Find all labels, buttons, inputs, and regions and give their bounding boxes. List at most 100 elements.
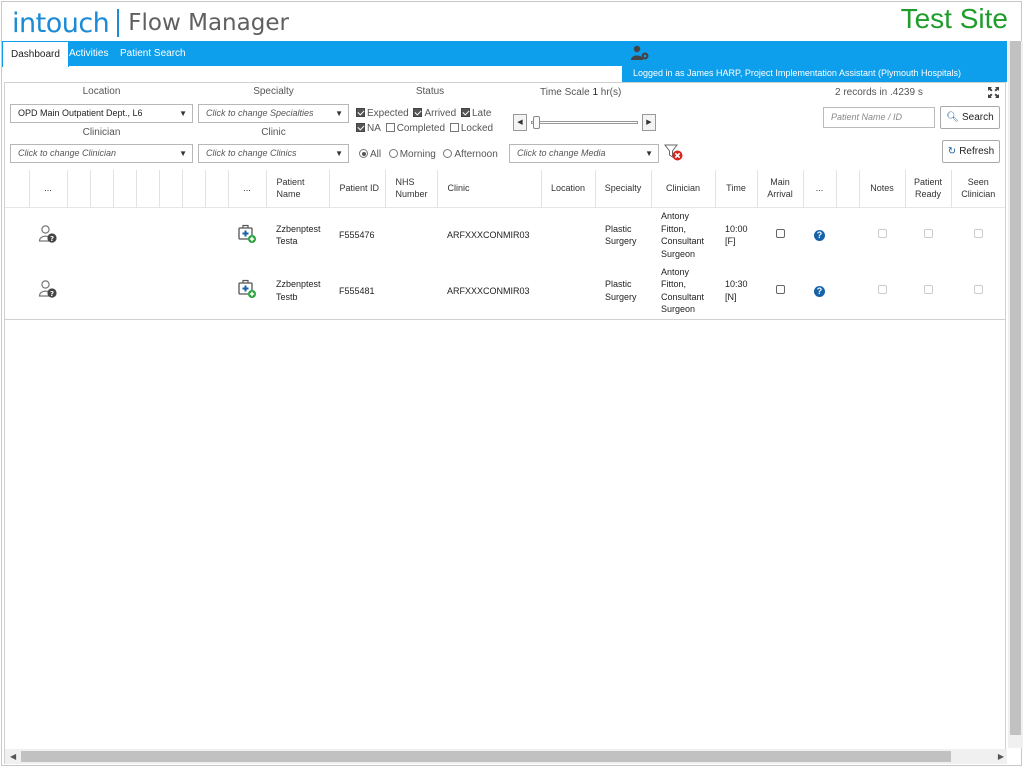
header-blank [89,170,113,207]
specialty-placeholder: Click to change Specialties [206,108,314,118]
checkbox-na[interactable] [356,123,365,132]
tab-dashboard[interactable]: Dashboard [2,41,69,67]
header-location[interactable]: Location [540,170,595,207]
header-blank [835,170,859,207]
specialty-dropdown[interactable]: Click to change Specialties ▼ [198,104,349,123]
cell-patient-name[interactable]: Zzbenptest Testa [266,207,329,263]
chevron-down-icon: ▼ [179,109,187,118]
header-notes[interactable]: Notes [858,170,905,207]
status-arrived[interactable]: Arrived [413,108,456,119]
horizontal-scroll-thumb[interactable] [21,751,951,762]
slider-track[interactable] [531,121,638,124]
header-time[interactable]: Time [714,170,757,207]
status-locked[interactable]: Locked [449,123,493,134]
search-icon: 🔍︎ [946,112,959,123]
search-button[interactable]: 🔍︎ Search [940,106,1000,129]
header-nhs-number[interactable]: NHS Number [384,170,437,207]
clear-filter-icon[interactable] [664,143,684,162]
checkbox-arrived[interactable] [413,108,423,117]
horizontal-scrollbar[interactable]: ◀ ▶ [5,749,1007,764]
medical-add-icon[interactable] [237,224,257,244]
vertical-scroll-thumb[interactable] [1010,41,1021,735]
seen-clinician-checkbox [973,229,983,238]
period-afternoon[interactable]: Afternoon [443,149,498,160]
period-morning[interactable]: Morning [388,149,436,160]
header-blank [158,170,182,207]
time-scale: Time Scale 1 hr(s) [540,87,621,98]
checkbox-completed[interactable] [385,123,395,132]
status-late[interactable]: Late [460,108,491,119]
cell-clinician: Antony Fitton, Consultant Surgeon [661,211,705,259]
header-specialty[interactable]: Specialty [594,170,651,207]
refresh-button[interactable]: ↻ Refresh [942,140,1000,163]
slider-left-arrow[interactable]: ◀ [513,114,527,131]
table-row[interactable]: ? Zzbenptest Testa F555476 ARFXXXCONMIR0… [5,207,1005,263]
table-row[interactable]: ? Zzbenptest Testb F555481 ARFXXXCONMIR0… [5,263,1005,320]
header-seen-clinician[interactable]: Seen Clinician [950,170,1005,207]
checkbox-locked[interactable] [449,123,459,132]
media-dropdown[interactable]: Click to change Media ▼ [509,144,659,163]
checkbox-expected[interactable] [356,108,365,117]
tab-patient-search[interactable]: Patient Search [112,41,194,66]
table-header-row: ... ... Patient Name Patient ID NHS Numb… [5,170,1005,207]
header-blank [112,170,136,207]
header-patient-ready[interactable]: Patient Ready [904,170,951,207]
header-more-2[interactable]: ... [227,170,266,207]
refresh-icon: ↻ [947,146,957,157]
scroll-right-arrow[interactable]: ▶ [998,749,1004,764]
cell-location [541,263,595,320]
user-bar: Logged in as James HARP, Project Impleme… [622,41,1007,82]
medical-add-icon[interactable] [237,279,257,299]
logo-divider [117,9,120,37]
slider-thumb[interactable] [533,116,540,129]
status-filters-row-1: Expected Arrived Late [356,108,493,119]
tab-activities[interactable]: Activities [61,41,116,66]
header-patient-id[interactable]: Patient ID [328,170,385,207]
header-select [5,170,29,207]
cell-specialty: Plastic Surgery [605,223,637,247]
header-more-3[interactable]: ... [802,170,836,207]
clinician-dropdown[interactable]: Click to change Clinician ▼ [10,144,193,163]
radio-morning[interactable] [388,149,398,158]
patient-table: ... ... Patient Name Patient ID NHS Numb… [5,170,1005,320]
notes-checkbox [877,229,887,238]
radio-afternoon[interactable] [443,149,453,158]
help-icon[interactable]: ? [814,230,825,241]
status-na[interactable]: NA [356,123,381,134]
patient-search-input[interactable]: Patient Name / ID [823,107,935,128]
header-blank [204,170,228,207]
main-arrival-checkbox[interactable] [775,229,785,238]
help-icon[interactable]: ? [814,285,825,297]
app-logo: intouch Flow Manager [12,6,289,40]
cell-clinic: ARFXXXCONMIR03 [437,263,541,320]
time-scale-unit: hr(s) [600,87,622,98]
status-expected[interactable]: Expected [356,108,409,119]
slider-right-arrow[interactable]: ▶ [642,114,656,131]
main-arrival-checkbox[interactable] [775,284,785,294]
fullscreen-icon[interactable] [988,87,999,98]
time-scale-slider[interactable]: ◀ ▶ [513,114,656,131]
cell-nhs-number [385,263,437,320]
clinic-dropdown[interactable]: Click to change Clinics ▼ [198,144,349,163]
user-question-icon[interactable]: ? [38,224,58,244]
header-patient-name[interactable]: Patient Name [265,170,329,207]
vertical-scrollbar[interactable] [1008,41,1023,748]
cell-patient-name[interactable]: Zzbenptest Testb [266,263,329,320]
clinic-label: Clinic [261,127,286,138]
radio-all[interactable] [359,149,368,158]
user-question-icon[interactable]: ? [38,279,58,299]
status-completed[interactable]: Completed [385,123,445,134]
chevron-down-icon: ▼ [645,149,653,158]
header-clinician[interactable]: Clinician [650,170,715,207]
user-settings-icon[interactable] [630,45,650,61]
location-dropdown[interactable]: OPD Main Outpatient Dept., L6 ▼ [10,104,193,123]
time-scale-value: 1 [592,87,598,98]
header-main-arrival[interactable]: Main Arrival [756,170,803,207]
header-more-1[interactable]: ... [28,170,67,207]
period-all[interactable]: All [359,149,381,160]
checkbox-late[interactable] [460,108,470,117]
media-placeholder: Click to change Media [517,148,606,158]
header-clinic[interactable]: Clinic [436,170,541,207]
chevron-down-icon: ▼ [335,149,343,158]
scroll-left-arrow[interactable]: ◀ [10,749,16,764]
